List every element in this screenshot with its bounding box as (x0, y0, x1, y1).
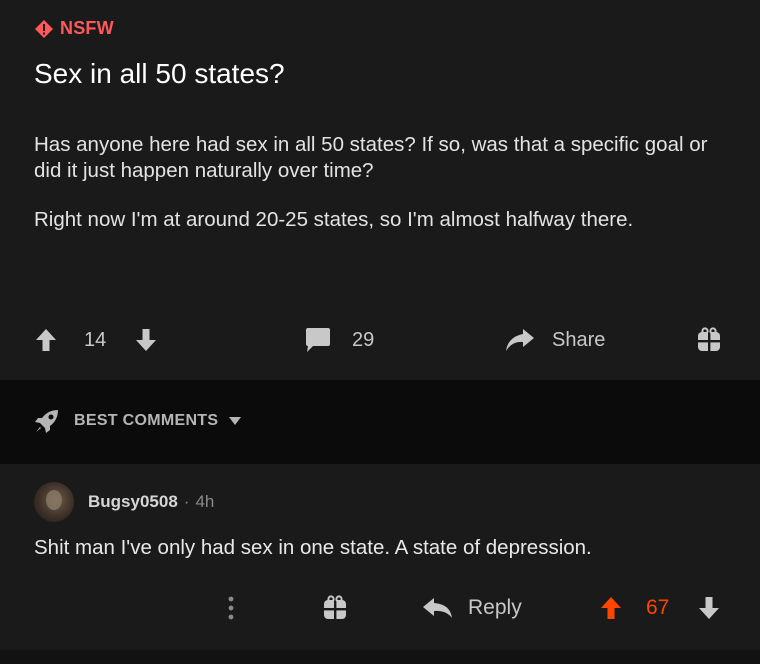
post-comments-count: 29 (352, 328, 375, 351)
comment-award-button[interactable] (322, 588, 348, 628)
comment-card: Bugsy0508 · 4h Shit man I've only had se… (0, 464, 760, 650)
post-score: 14 (84, 328, 107, 351)
reply-label: Reply (468, 596, 522, 619)
downvote-arrow-icon (699, 597, 719, 619)
gift-award-icon (324, 595, 346, 619)
comment-downvote-button[interactable] (696, 588, 722, 628)
share-arrow-icon (506, 329, 534, 351)
comment-sort-label: BEST COMMENTS (74, 412, 219, 429)
upvote-arrow-icon (601, 597, 621, 619)
post-share-button[interactable] (504, 318, 536, 362)
comment-sort-dropdown[interactable]: BEST COMMENTS (34, 408, 242, 434)
post-body: Has anyone here had sex in all 50 states… (34, 132, 724, 256)
nsfw-warning-icon (35, 19, 53, 38)
chevron-down-icon (229, 417, 242, 425)
comment-score: 67 (646, 596, 670, 619)
post-body-paragraph: Right now I'm at around 20-25 states, so… (34, 208, 634, 231)
nsfw-label: NSFW (60, 18, 114, 38)
post-upvote-button[interactable] (34, 318, 58, 362)
post-action-bar: 14 29 Share (0, 318, 760, 362)
comment-more-button[interactable] (226, 588, 236, 628)
nsfw-badge: NSFW (34, 18, 114, 39)
comment-sort-bar: BEST COMMENTS (0, 380, 760, 464)
comment-body: Shit man I've only had sex in one state.… (34, 536, 592, 559)
comment-action-bar: Reply 67 (0, 588, 760, 628)
share-label: Share (552, 328, 606, 351)
comment-upvote-button[interactable] (598, 588, 624, 628)
downvote-arrow-icon (136, 329, 156, 351)
post-award-button[interactable] (696, 318, 722, 362)
rocket-icon (35, 410, 58, 433)
gift-award-icon (698, 327, 720, 351)
more-vertical-icon (228, 596, 234, 620)
upvote-arrow-icon (36, 329, 56, 351)
comment-meta: Bugsy0508 · 4h (88, 492, 214, 512)
comment-reply-button[interactable]: Reply (422, 588, 522, 628)
post-downvote-button[interactable] (134, 318, 158, 362)
post-title[interactable]: Sex in all 50 states? (34, 58, 285, 90)
post-card: NSFW Sex in all 50 states? Has anyone he… (0, 0, 760, 380)
reply-arrow-icon (423, 598, 452, 618)
meta-separator: · (183, 492, 190, 511)
avatar[interactable] (34, 482, 74, 522)
comment-username[interactable]: Bugsy0508 (88, 492, 178, 512)
comment-bubble-icon (306, 328, 330, 352)
post-body-paragraph: Has anyone here had sex in all 50 states… (34, 133, 708, 182)
comment-age: 4h (195, 492, 215, 511)
post-comments-button[interactable] (304, 318, 332, 362)
